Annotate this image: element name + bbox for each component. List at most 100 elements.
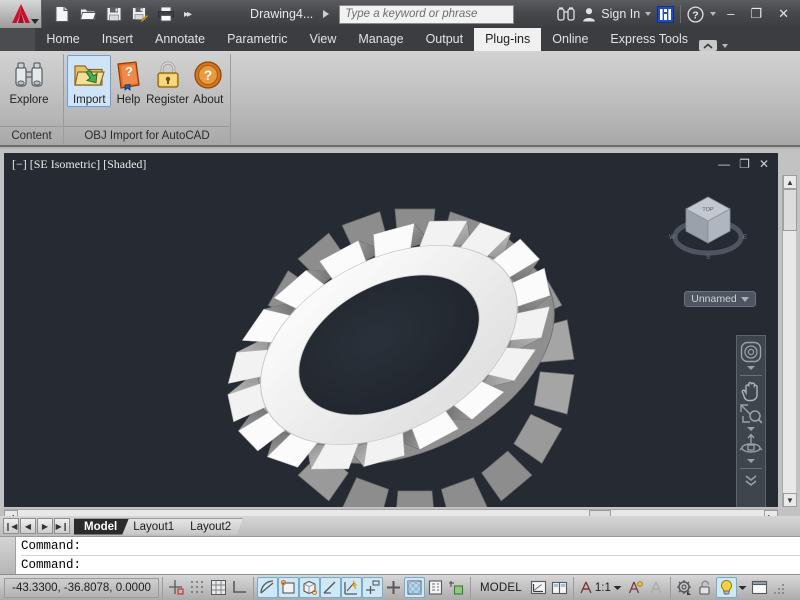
ribbon-tab-parametric[interactable]: Parametric <box>216 28 298 51</box>
qat-new-button[interactable] <box>50 3 74 25</box>
resize-grip-icon[interactable] <box>772 581 786 595</box>
polar-tracking-toggle[interactable] <box>257 577 278 598</box>
binoculars-search-icon[interactable] <box>557 6 576 22</box>
annotation-scale-caret[interactable] <box>611 577 625 598</box>
3d-object-snap-toggle[interactable] <box>299 577 320 598</box>
scroll-up-button[interactable]: ▲ <box>783 175 797 189</box>
qat-plot-button[interactable] <box>154 3 178 25</box>
infer-constraints-toggle[interactable] <box>166 577 187 598</box>
space-toggle-label[interactable]: MODEL <box>474 582 528 594</box>
workspace-switch-button[interactable] <box>674 577 695 598</box>
sign-in-button[interactable]: Sign In <box>582 7 652 22</box>
nav-zoom-button[interactable] <box>737 403 765 425</box>
layout-last-button[interactable]: ▶❙ <box>54 518 70 534</box>
ribbon-command-help[interactable]: ? Help <box>111 55 145 106</box>
layout-tab-layout2[interactable]: Layout2 <box>180 518 243 535</box>
annotation-scale-value[interactable]: 1:1 <box>595 582 611 594</box>
ribbon-minimize-caret-icon[interactable] <box>722 43 728 48</box>
window-restore-button[interactable]: ❐ <box>745 0 767 28</box>
layout-tab-layout1[interactable]: Layout1 <box>123 518 186 535</box>
sign-in-caret-icon[interactable] <box>645 12 652 16</box>
model-space-viewport-button[interactable] <box>528 577 549 598</box>
svg-text:?: ? <box>204 67 213 83</box>
layout-prev-button[interactable]: ◀ <box>20 518 36 534</box>
ribbon-tab-online[interactable]: Online <box>541 28 599 51</box>
ribbon-tab-manage[interactable]: Manage <box>347 28 414 51</box>
ribbon-minimize-button[interactable] <box>699 40 717 51</box>
statusbar-menu-caret[interactable] <box>737 577 749 598</box>
ribbon-tab-plugins[interactable]: Plug-ins <box>474 28 542 51</box>
nav-orbit-caret-icon[interactable] <box>747 459 755 463</box>
search-input[interactable]: Type a keyword or phrase <box>339 4 515 24</box>
command-line-grip[interactable] <box>0 537 16 574</box>
layout-first-button[interactable]: ❙◀ <box>3 518 19 534</box>
ortho-mode-toggle[interactable] <box>229 577 250 598</box>
panel-obj-import-body: Import ? Help Register ? About <box>64 51 230 126</box>
quick-properties-toggle[interactable] <box>425 577 446 598</box>
qat-open-button[interactable] <box>76 3 100 25</box>
clean-screen-button[interactable] <box>749 577 770 598</box>
document-title-caret-icon[interactable] <box>323 10 330 18</box>
document-close-button[interactable]: ✕ <box>759 157 769 171</box>
viewport-config-button[interactable] <box>549 577 570 598</box>
document-minimize-button[interactable]: — <box>718 157 730 171</box>
hardware-acceleration-button[interactable] <box>715 577 737 598</box>
nav-orbit-button[interactable] <box>737 433 765 457</box>
ortho-mode-icon <box>233 581 246 593</box>
object-snap-tracking-toggle[interactable] <box>320 577 341 598</box>
gear-model[interactable] <box>4 175 778 507</box>
window-close-button[interactable]: ✕ <box>773 0 794 28</box>
lineweight-toggle[interactable] <box>383 577 404 598</box>
annotation-scale-icon-button[interactable] <box>577 577 595 598</box>
command-input-line[interactable]: Command: <box>21 556 800 575</box>
nav-wheel-caret-icon[interactable] <box>747 366 755 370</box>
ribbon-tab-annotate[interactable]: Annotate <box>144 28 216 51</box>
ribbon-tab-express-tools[interactable]: Express Tools <box>599 28 699 51</box>
vertical-scroll-thumb[interactable] <box>783 189 797 231</box>
new-document-icon <box>55 6 69 22</box>
command-line[interactable]: Command: Command: <box>0 536 800 575</box>
ribbon-tab-home[interactable]: Home <box>35 28 90 51</box>
dynamic-ucs-toggle[interactable] <box>341 577 362 598</box>
qat-overflow-icon[interactable]: ▸▸ <box>180 9 194 20</box>
selection-cycling-toggle[interactable] <box>446 577 467 598</box>
viewport-vertical-scrollbar[interactable]: ▲ ▼ <box>782 175 797 507</box>
drawing-viewport[interactable]: N S E W TOP Unnamed <box>4 175 778 507</box>
nav-zoom-caret-icon[interactable] <box>747 427 755 431</box>
dynamic-input-toggle[interactable] <box>362 577 383 598</box>
snap-mode-toggle[interactable] <box>187 577 208 598</box>
viewcube-view-name[interactable]: Unnamed <box>684 291 756 307</box>
annotation-autoscale-button[interactable] <box>646 577 667 598</box>
open-folder-icon <box>79 8 97 20</box>
qat-save-as-button[interactable] <box>128 3 152 25</box>
nav-show-motion-button[interactable] <box>737 472 765 488</box>
ribbon-tab-insert[interactable]: Insert <box>91 28 144 51</box>
qat-save-button[interactable] <box>102 3 126 25</box>
ribbon-tab-view[interactable]: View <box>299 28 348 51</box>
nav-steering-wheel-button[interactable] <box>737 340 765 364</box>
document-restore-button[interactable]: ❐ <box>739 157 750 171</box>
coordinate-display[interactable]: -43.3300, -36.8078, 0.0000 <box>4 577 159 598</box>
autodesk-exchange-icon[interactable] <box>657 5 675 23</box>
layout-next-button[interactable]: ▶ <box>37 518 53 534</box>
object-snap-toggle[interactable] <box>278 577 299 598</box>
ribbon-tab-output[interactable]: Output <box>415 28 475 51</box>
ribbon-command-import[interactable]: Import <box>67 55 112 107</box>
grid-display-toggle[interactable] <box>208 577 229 598</box>
ribbon-command-register[interactable]: Register <box>145 55 189 106</box>
application-menu-button[interactable] <box>0 0 42 28</box>
scroll-down-button[interactable]: ▼ <box>783 493 797 507</box>
ribbon-command-explore[interactable]: Explore <box>3 55 55 106</box>
help-question-icon[interactable]: ? <box>687 5 704 23</box>
viewport-label[interactable]: [−] [SE Isometric] [Shaded] <box>4 157 146 172</box>
help-caret-icon[interactable] <box>710 12 717 16</box>
layout-tab-model[interactable]: Model <box>74 518 129 535</box>
nav-pan-button[interactable] <box>737 379 765 403</box>
viewcube[interactable]: N S E W TOP <box>666 189 750 267</box>
ribbon-command-about[interactable]: ? About <box>190 55 227 106</box>
panel-title-obj-import: OBJ Import for AutoCAD <box>64 126 230 145</box>
transparency-toggle[interactable] <box>404 577 425 598</box>
window-minimize-button[interactable]: – <box>722 0 739 28</box>
annotation-visibility-button[interactable] <box>625 577 646 598</box>
toolbar-lock-button[interactable] <box>695 577 716 598</box>
